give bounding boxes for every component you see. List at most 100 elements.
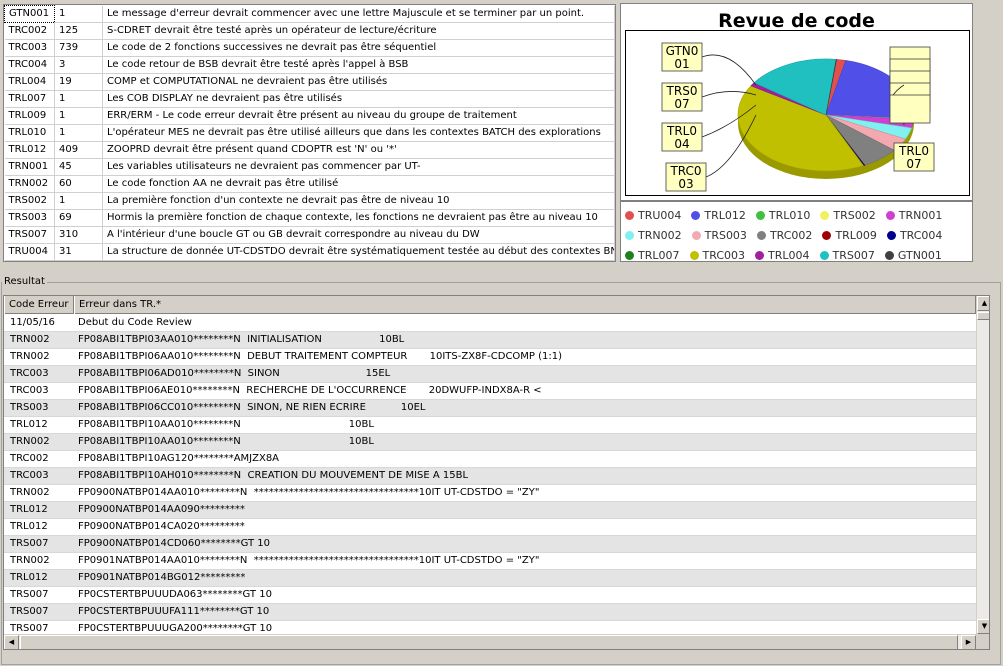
result-row[interactable]: TRL012 FP0900NATBP014AA090********* [4, 502, 976, 519]
rule-row[interactable]: TRL010 1 L'opérateur MES ne devrait pas êt… [4, 124, 615, 142]
result-error: FP0901NATBP014AA010********N ***********… [78, 555, 540, 566]
rule-message: S-CDRET devrait être testé après un opér… [102, 22, 615, 40]
legend-label: TRL007 [638, 248, 680, 262]
rule-count: 69 [54, 209, 103, 227]
legend-label: TRS002 [833, 208, 876, 222]
rule-row[interactable]: TRC004 3 Le code retour de BSB devrait êtr… [4, 56, 615, 74]
column-header-code-erreur[interactable]: Code Erreur [4, 296, 74, 314]
result-row[interactable]: TRC003 FP08ABI1TBPI06AD010********N SINON… [4, 366, 976, 383]
rule-count: 739 [54, 39, 103, 57]
result-row[interactable]: TRS003 FP08ABI1TBPI06CC010********N SINON… [4, 400, 976, 417]
rule-message: La première fonction d'un contexte ne de… [102, 192, 615, 210]
rule-count: 60 [54, 175, 103, 193]
rule-message: Les variables utilisateurs ne devraient … [102, 158, 615, 176]
legend-marker-icon [689, 250, 699, 260]
scroll-right-arrow-icon[interactable]: ▶ [961, 635, 976, 649]
callout-leader-line [701, 54, 757, 86]
result-row[interactable]: TRL012 FP0900NATBP014CA020********* [4, 519, 976, 536]
rule-count: 1 [54, 192, 103, 210]
rule-row[interactable]: TRL004 19 COMP et COMPUTATIONAL ne devraie… [4, 73, 615, 91]
result-row[interactable]: TRS007 FP0CSTERTBPUUUDA063********GT 10 [4, 587, 976, 604]
legend-marker-icon [756, 230, 766, 240]
result-grid[interactable]: Code Erreur Erreur dans TR.* 11/05/16 Deb… [3, 295, 990, 650]
rule-row[interactable]: TRL012 409 ZOOPRD devrait être présent qua… [4, 141, 615, 159]
result-row[interactable]: 11/05/16 Debut du Code Review [4, 315, 976, 332]
rule-message: A l'intérieur d'une boucle GT ou GB devr… [102, 226, 615, 244]
rule-message: Le message d'erreur devrait commencer av… [102, 5, 615, 23]
result-row[interactable]: TRN002 FP08ABI1TBPI10AA010********N 10BL [4, 434, 976, 451]
scroll-up-arrow-icon[interactable]: ▲ [977, 296, 989, 311]
rule-row[interactable]: TRC003 739 Le code de 2 fonctions successi… [4, 39, 615, 57]
callout-trs007: TRS007 [661, 82, 703, 112]
legend-label: TRS003 [704, 228, 747, 242]
rule-row[interactable]: TRU004 31 La structure de donnée UT-CDSTDO… [4, 243, 615, 261]
legend-entry: TRS003 [691, 228, 747, 242]
rule-count: 3 [54, 56, 103, 74]
horizontal-scroll-thumb[interactable] [20, 635, 958, 649]
result-grid-header: Code Erreur Erreur dans TR.* [4, 296, 976, 314]
rule-code: TRL009 [4, 107, 55, 125]
result-row[interactable]: TRN002 FP08ABI1TBPI03AA010********N INITI… [4, 332, 976, 349]
result-row[interactable]: TRC003 FP08ABI1TBPI06AE010********N RECHE… [4, 383, 976, 400]
legend-marker-icon [820, 210, 830, 220]
callout-stacked [889, 94, 931, 124]
legend-marker-icon [884, 250, 894, 260]
result-error: FP0CSTERTBPUUUDA063********GT 10 [78, 589, 272, 600]
rule-message: COMP et COMPUTATIONAL ne devraient pas ê… [102, 73, 615, 91]
legend-marker-icon [755, 250, 764, 260]
callout-trc003: TRC003 [665, 162, 707, 192]
result-error: FP08ABI1TBPI10AA010********N 10BL [78, 436, 374, 447]
scroll-left-arrow-icon[interactable]: ◀ [4, 635, 19, 649]
vertical-scroll-thumb[interactable] [977, 312, 989, 320]
rule-message: Hormis la première fonction de chaque co… [102, 209, 615, 227]
legend-entry: GTN001 [884, 249, 942, 262]
result-error: FP08ABI1TBPI10AA010********N 10BL [78, 419, 374, 430]
rule-row[interactable]: TRS007 310 A l'intérieur d'une boucle GT o… [4, 226, 615, 244]
horizontal-scrollbar[interactable]: ◀ ▶ [4, 634, 976, 649]
vertical-scrollbar[interactable]: ▲ ▼ [976, 296, 989, 634]
result-row[interactable]: TRN002 FP0901NATBP014AA010********N *****… [4, 553, 976, 570]
result-row[interactable]: TRN002 FP08ABI1TBPI06AA010********N DEBUT… [4, 349, 976, 366]
rule-row[interactable]: TRN001 45 Les variables utilisateurs ne de… [4, 158, 615, 176]
rule-code: TRL004 [4, 73, 55, 91]
result-group-label: Resultat [2, 276, 47, 287]
result-error: FP0901NATBP014BG012********* [78, 572, 246, 583]
result-row[interactable]: TRL012 FP08ABI1TBPI10AA010********N 10BL [4, 417, 976, 434]
legend-row: TRU004 TRL012 TRL010 TRS002 TRN001 [625, 205, 968, 225]
rule-row[interactable]: TRL007 1 Les COB DISPLAY ne devraient pas … [4, 90, 615, 108]
result-row[interactable]: TRN002 FP0900NATBP014AA010********N *****… [4, 485, 976, 502]
legend-marker-icon [755, 210, 765, 220]
legend-label: TRC004 [899, 228, 943, 242]
result-code: TRN002 [10, 487, 50, 498]
svg-text:TRC0: TRC0 [669, 164, 701, 178]
rule-row[interactable]: TRS002 1 La première fonction d'un context… [4, 192, 615, 210]
scroll-down-arrow-icon[interactable]: ▼ [977, 619, 989, 634]
result-code: TRL012 [10, 504, 48, 515]
rule-row[interactable]: TRC002 125 S-CDRET devrait être testé aprè… [4, 22, 615, 40]
rule-code: TRL010 [4, 124, 55, 142]
rule-row[interactable]: TRN002 60 Le code fonction AA ne devrait p… [4, 175, 615, 193]
result-row[interactable]: TRS007 FP0900NATBP014CD060********GT 10 [4, 536, 976, 553]
svg-text:TRS0: TRS0 [666, 84, 698, 98]
result-code: TRL012 [10, 521, 48, 532]
result-row[interactable]: TRC003 FP08ABI1TBPI10AH010********N CREAT… [4, 468, 976, 485]
legend-entry: TRN001 [885, 209, 942, 222]
rule-row[interactable]: GTN001 1 Le message d'erreur devrait comme… [4, 5, 615, 23]
rules-table-panel: GTN001 1 Le message d'erreur devrait comme… [3, 4, 616, 262]
rule-count: 31 [54, 243, 103, 261]
legend-entry: TRS002 [820, 208, 876, 222]
result-row[interactable]: TRC002 FP08ABI1TBPI10AG120********AMJZX8A [4, 451, 976, 468]
rule-code: TRL007 [4, 90, 55, 108]
legend-entry: TRC003 [689, 249, 745, 262]
legend-entry: TRL007 [625, 249, 680, 262]
column-header-erreur[interactable]: Erreur dans TR.* [74, 296, 976, 314]
rule-row[interactable]: TRS003 69 Hormis la première fonction de c… [4, 209, 615, 227]
result-row[interactable]: TRL012 FP0901NATBP014BG012********* [4, 570, 976, 587]
rule-row[interactable]: TRL009 1 ERR/ERM - Le code erreur devrait … [4, 107, 615, 125]
svg-text:07: 07 [906, 157, 921, 171]
chart-plot-area: GTN0 01 TRS0 07 TRL0 04 TRC0 03 TRL0 07 [625, 30, 970, 196]
rule-code: TRS007 [4, 226, 55, 244]
svg-text:07: 07 [674, 97, 689, 111]
result-code: TRN002 [10, 555, 50, 566]
result-row[interactable]: TRS007 FP0CSTERTBPUUUFA111********GT 10 [4, 604, 976, 621]
